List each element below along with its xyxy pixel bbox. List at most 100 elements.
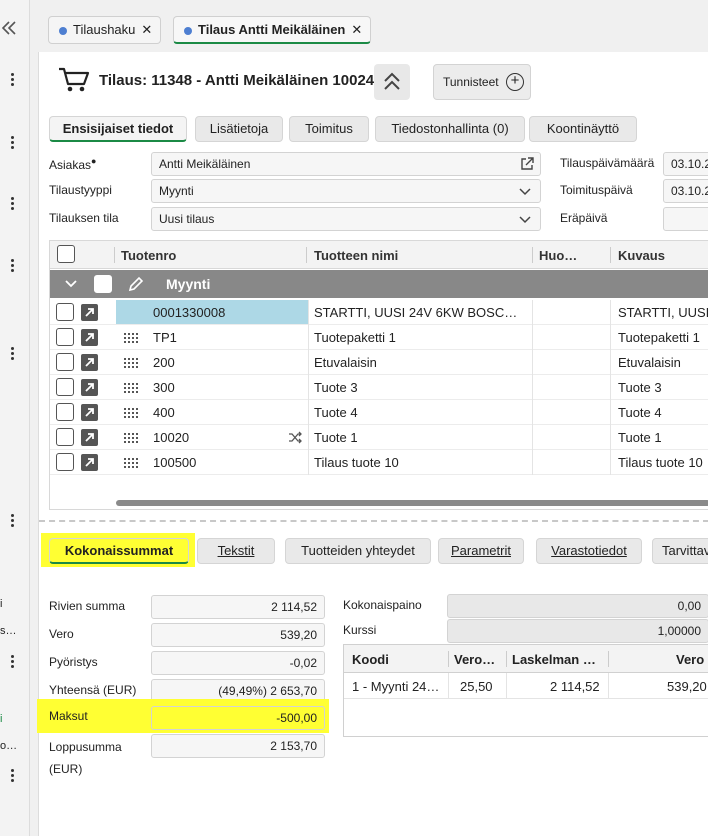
row-checkbox[interactable]: [56, 403, 74, 421]
cell-tuotenro: 10020: [153, 430, 190, 445]
external-link-icon[interactable]: [519, 156, 535, 172]
tab-tekstit[interactable]: Tekstit: [197, 538, 275, 564]
cell-tuotenro: TP1: [153, 330, 177, 345]
tax-breakdown-grid: Koodi Vero… Laskelman … Vero 1 - Myynti …: [343, 644, 708, 737]
open-row-icon[interactable]: [81, 329, 98, 346]
tax-label: Vero: [49, 627, 74, 641]
tab-ensisijaiset-tiedot[interactable]: Ensisijaiset tiedot: [49, 116, 187, 142]
customer-value: Antti Meikäläinen: [159, 157, 251, 171]
payments-field[interactable]: -500,00: [151, 706, 325, 730]
column-header-tuotteen-nimi[interactable]: Tuotteen nimi: [314, 248, 398, 263]
chevron-down-icon[interactable]: [64, 278, 78, 290]
kebab-menu-icon[interactable]: [5, 196, 19, 212]
doc-tab-label: Tilaushaku: [73, 22, 136, 37]
open-row-icon[interactable]: [81, 354, 98, 371]
tax-grid-header: Koodi Vero… Laskelman … Vero: [344, 645, 708, 673]
doc-tab-order[interactable]: Tilaus Antti Meikäläinen ✕: [173, 16, 372, 44]
table-row[interactable]: 100500 Tilaus tuote 10 Tilaus tuote 10: [50, 450, 708, 475]
double-chevron-left-icon[interactable]: [0, 20, 18, 36]
column-header-laskelma[interactable]: Laskelman …: [512, 652, 596, 667]
order-date-field[interactable]: 03.10.2: [663, 152, 708, 176]
close-icon[interactable]: ✕: [141, 22, 152, 37]
kebab-menu-icon[interactable]: [5, 513, 19, 529]
due-date-field[interactable]: [663, 207, 708, 231]
tab-kokonaissummat[interactable]: Kokonaissummat: [49, 538, 189, 564]
cell-tuotenro: 400: [153, 405, 175, 420]
table-row[interactable]: 200 Etuvalaisin Etuvalaisin: [50, 350, 708, 375]
tab-koontinaytto[interactable]: Koontinäyttö: [529, 116, 637, 142]
final-sum-label: Loppusumma (EUR): [49, 740, 122, 776]
tab-lisatietoja[interactable]: Lisätietoja: [195, 116, 283, 142]
row-checkbox[interactable]: [56, 353, 74, 371]
rail-text-fragment: i: [0, 713, 3, 725]
column-header-huomautus[interactable]: Huo…: [539, 248, 577, 263]
order-status-select[interactable]: Uusi tilaus: [151, 207, 541, 231]
rail-text-fragment: s…: [0, 625, 17, 637]
cell-tuotteen-nimi: Tuote 3: [314, 380, 358, 395]
total-weight-field: 0,00: [447, 594, 708, 618]
table-row[interactable]: 0001330008 STARTTI, UUSI 24V 6KW BOSC… S…: [50, 300, 708, 325]
drag-handle-icon[interactable]: [124, 433, 138, 443]
open-row-icon[interactable]: [81, 404, 98, 421]
table-row[interactable]: 300 Tuote 3 Tuote 3: [50, 375, 708, 400]
column-header-tuotenro[interactable]: Tuotenro: [121, 248, 176, 263]
page-title: Tilaus: 11348 - Antti Meikäläinen 10024: [99, 72, 375, 89]
kebab-menu-icon[interactable]: [5, 258, 19, 274]
tags-button[interactable]: Tunnisteet +: [433, 64, 531, 100]
cell-tuotteen-nimi: Tuotepaketti 1: [314, 330, 396, 345]
row-checkbox[interactable]: [56, 328, 74, 346]
table-row[interactable]: 1 - Myynti 24… 25,50 2 114,52 539,20: [344, 673, 708, 699]
tab-tuotteiden-yhteydet[interactable]: Tuotteiden yhteydet: [285, 538, 431, 564]
panel-splitter[interactable]: [39, 520, 708, 522]
column-header-kuvaus[interactable]: Kuvaus: [618, 248, 665, 263]
horizontal-scrollbar[interactable]: [116, 500, 708, 506]
delivery-date-label: Toimituspäivä: [560, 183, 633, 197]
tab-tiedostonhallinta[interactable]: Tiedostonhallinta (0): [375, 116, 525, 142]
customer-field[interactable]: Antti Meikäläinen: [151, 152, 541, 176]
open-row-icon[interactable]: [81, 429, 98, 446]
close-icon[interactable]: ✕: [351, 22, 362, 37]
group-row-myynti[interactable]: Myynti: [50, 270, 708, 298]
drag-handle-icon[interactable]: [124, 408, 138, 418]
customer-label: Asiakas●: [49, 156, 97, 172]
group-checkbox[interactable]: [94, 275, 112, 293]
column-header-vero[interactable]: Vero: [676, 652, 704, 667]
table-row[interactable]: 10020 Tuote 1 Tuote 1: [50, 425, 708, 450]
drag-handle-icon[interactable]: [124, 458, 138, 468]
kebab-menu-icon[interactable]: [5, 768, 19, 784]
order-type-select[interactable]: Myynti: [151, 179, 541, 203]
row-checkbox[interactable]: [56, 453, 74, 471]
tab-tarvittavat[interactable]: Tarvittav: [652, 538, 708, 564]
row-checkbox[interactable]: [56, 428, 74, 446]
kebab-menu-icon[interactable]: [5, 346, 19, 362]
kebab-menu-icon[interactable]: [5, 654, 19, 670]
table-row[interactable]: TP1 Tuotepaketti 1 Tuotepaketti 1: [50, 325, 708, 350]
doc-tab-tilaushaku[interactable]: Tilaushaku ✕: [48, 16, 162, 44]
cell-kuvaus: Etuvalaisin: [618, 355, 681, 370]
row-checkbox[interactable]: [56, 378, 74, 396]
open-row-icon[interactable]: [81, 379, 98, 396]
tab-parametrit[interactable]: Parametrit: [438, 538, 524, 564]
column-header-koodi[interactable]: Koodi: [352, 652, 389, 667]
cell-laskelma: 2 114,52: [550, 679, 600, 694]
row-checkbox[interactable]: [56, 303, 74, 321]
doc-tab-label: Tilaus Antti Meikäläinen: [198, 22, 346, 37]
open-row-icon[interactable]: [81, 454, 98, 471]
delivery-date-field[interactable]: 03.10.2: [663, 179, 708, 203]
drag-handle-icon[interactable]: [124, 333, 138, 343]
kebab-menu-icon[interactable]: [5, 135, 19, 151]
kebab-menu-icon[interactable]: [5, 72, 19, 88]
tab-toimitus[interactable]: Toimitus: [289, 116, 369, 142]
collapse-header-button[interactable]: [374, 64, 410, 100]
table-row[interactable]: 400 Tuote 4 Tuote 4: [50, 400, 708, 425]
drag-handle-icon[interactable]: [124, 383, 138, 393]
open-row-icon[interactable]: [81, 304, 98, 321]
select-all-checkbox[interactable]: [57, 245, 75, 263]
drag-handle-icon[interactable]: [124, 358, 138, 368]
column-header-vero-pct[interactable]: Vero…: [454, 652, 495, 667]
cell-kuvaus: Tuote 3: [618, 380, 662, 395]
chevron-down-icon: [519, 188, 531, 196]
pencil-icon[interactable]: [127, 275, 145, 293]
tab-varastotiedot[interactable]: Varastotiedot: [536, 538, 642, 564]
cell-tuotenro: 300: [153, 380, 175, 395]
